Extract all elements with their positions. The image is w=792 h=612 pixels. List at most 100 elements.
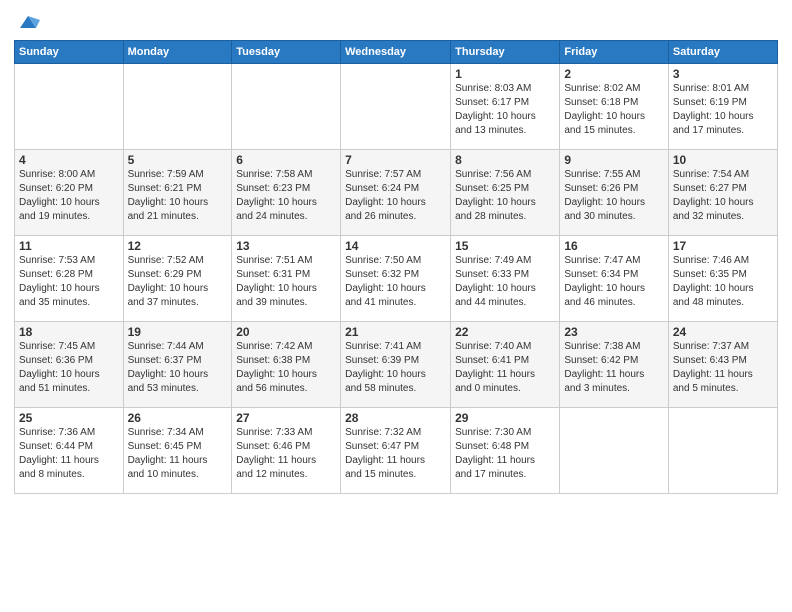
day-number: 26 [128,411,228,425]
day-number: 28 [345,411,446,425]
day-info: Sunrise: 7:40 AMSunset: 6:41 PMDaylight:… [455,340,555,396]
day-info: Sunrise: 7:30 AMSunset: 6:48 PMDaylight:… [455,426,555,482]
calendar-cell: 5Sunrise: 7:59 AMSunset: 6:21 PMDaylight… [123,150,232,236]
calendar-cell [668,408,777,494]
calendar-cell: 27Sunrise: 7:33 AMSunset: 6:46 PMDayligh… [232,408,341,494]
day-number: 8 [455,153,555,167]
day-number: 3 [673,67,773,81]
day-number: 17 [673,239,773,253]
day-info: Sunrise: 7:44 AMSunset: 6:37 PMDaylight:… [128,340,228,396]
day-info: Sunrise: 8:00 AMSunset: 6:20 PMDaylight:… [19,168,119,224]
calendar-cell: 29Sunrise: 7:30 AMSunset: 6:48 PMDayligh… [451,408,560,494]
calendar-cell: 16Sunrise: 7:47 AMSunset: 6:34 PMDayligh… [560,236,669,322]
day-info: Sunrise: 7:54 AMSunset: 6:27 PMDaylight:… [673,168,773,224]
weekday-header-friday: Friday [560,41,669,64]
calendar-cell: 10Sunrise: 7:54 AMSunset: 6:27 PMDayligh… [668,150,777,236]
day-info: Sunrise: 7:50 AMSunset: 6:32 PMDaylight:… [345,254,446,310]
calendar-cell: 8Sunrise: 7:56 AMSunset: 6:25 PMDaylight… [451,150,560,236]
calendar-cell: 17Sunrise: 7:46 AMSunset: 6:35 PMDayligh… [668,236,777,322]
calendar-cell: 14Sunrise: 7:50 AMSunset: 6:32 PMDayligh… [341,236,451,322]
day-info: Sunrise: 7:55 AMSunset: 6:26 PMDaylight:… [564,168,664,224]
calendar-cell: 4Sunrise: 8:00 AMSunset: 6:20 PMDaylight… [15,150,124,236]
day-info: Sunrise: 7:41 AMSunset: 6:39 PMDaylight:… [345,340,446,396]
page-header [14,10,778,34]
calendar-cell: 2Sunrise: 8:02 AMSunset: 6:18 PMDaylight… [560,64,669,150]
calendar-cell: 11Sunrise: 7:53 AMSunset: 6:28 PMDayligh… [15,236,124,322]
calendar-cell: 25Sunrise: 7:36 AMSunset: 6:44 PMDayligh… [15,408,124,494]
calendar-week-4: 18Sunrise: 7:45 AMSunset: 6:36 PMDayligh… [15,322,778,408]
calendar-cell: 24Sunrise: 7:37 AMSunset: 6:43 PMDayligh… [668,322,777,408]
day-number: 9 [564,153,664,167]
calendar-cell: 1Sunrise: 8:03 AMSunset: 6:17 PMDaylight… [451,64,560,150]
calendar-cell: 6Sunrise: 7:58 AMSunset: 6:23 PMDaylight… [232,150,341,236]
weekday-header-tuesday: Tuesday [232,41,341,64]
calendar-cell: 3Sunrise: 8:01 AMSunset: 6:19 PMDaylight… [668,64,777,150]
calendar-body: 1Sunrise: 8:03 AMSunset: 6:17 PMDaylight… [15,64,778,494]
day-info: Sunrise: 7:56 AMSunset: 6:25 PMDaylight:… [455,168,555,224]
day-number: 22 [455,325,555,339]
day-info: Sunrise: 8:01 AMSunset: 6:19 PMDaylight:… [673,82,773,138]
day-info: Sunrise: 7:59 AMSunset: 6:21 PMDaylight:… [128,168,228,224]
day-number: 1 [455,67,555,81]
calendar-cell: 21Sunrise: 7:41 AMSunset: 6:39 PMDayligh… [341,322,451,408]
calendar-cell: 26Sunrise: 7:34 AMSunset: 6:45 PMDayligh… [123,408,232,494]
day-info: Sunrise: 7:47 AMSunset: 6:34 PMDaylight:… [564,254,664,310]
day-info: Sunrise: 7:42 AMSunset: 6:38 PMDaylight:… [236,340,336,396]
day-info: Sunrise: 7:37 AMSunset: 6:43 PMDaylight:… [673,340,773,396]
calendar-cell: 12Sunrise: 7:52 AMSunset: 6:29 PMDayligh… [123,236,232,322]
day-number: 11 [19,239,119,253]
calendar-cell [15,64,124,150]
day-number: 16 [564,239,664,253]
day-info: Sunrise: 7:33 AMSunset: 6:46 PMDaylight:… [236,426,336,482]
day-number: 20 [236,325,336,339]
day-info: Sunrise: 7:34 AMSunset: 6:45 PMDaylight:… [128,426,228,482]
day-number: 7 [345,153,446,167]
calendar-cell: 7Sunrise: 7:57 AMSunset: 6:24 PMDaylight… [341,150,451,236]
calendar-week-2: 4Sunrise: 8:00 AMSunset: 6:20 PMDaylight… [15,150,778,236]
calendar-week-3: 11Sunrise: 7:53 AMSunset: 6:28 PMDayligh… [15,236,778,322]
day-number: 6 [236,153,336,167]
calendar-cell: 18Sunrise: 7:45 AMSunset: 6:36 PMDayligh… [15,322,124,408]
weekday-header-row: SundayMondayTuesdayWednesdayThursdayFrid… [15,41,778,64]
calendar-cell [560,408,669,494]
day-number: 19 [128,325,228,339]
day-info: Sunrise: 7:53 AMSunset: 6:28 PMDaylight:… [19,254,119,310]
calendar-cell: 13Sunrise: 7:51 AMSunset: 6:31 PMDayligh… [232,236,341,322]
day-info: Sunrise: 7:58 AMSunset: 6:23 PMDaylight:… [236,168,336,224]
day-number: 12 [128,239,228,253]
calendar-cell [123,64,232,150]
day-info: Sunrise: 7:45 AMSunset: 6:36 PMDaylight:… [19,340,119,396]
day-number: 23 [564,325,664,339]
calendar-table: SundayMondayTuesdayWednesdayThursdayFrid… [14,40,778,494]
day-number: 4 [19,153,119,167]
day-number: 24 [673,325,773,339]
weekday-header-sunday: Sunday [15,41,124,64]
logo-icon [16,10,40,34]
day-number: 13 [236,239,336,253]
day-number: 10 [673,153,773,167]
calendar-cell: 28Sunrise: 7:32 AMSunset: 6:47 PMDayligh… [341,408,451,494]
day-number: 2 [564,67,664,81]
day-info: Sunrise: 7:46 AMSunset: 6:35 PMDaylight:… [673,254,773,310]
day-number: 15 [455,239,555,253]
weekday-header-saturday: Saturday [668,41,777,64]
day-number: 18 [19,325,119,339]
calendar-cell: 23Sunrise: 7:38 AMSunset: 6:42 PMDayligh… [560,322,669,408]
calendar-week-1: 1Sunrise: 8:03 AMSunset: 6:17 PMDaylight… [15,64,778,150]
calendar-cell [232,64,341,150]
day-info: Sunrise: 7:38 AMSunset: 6:42 PMDaylight:… [564,340,664,396]
day-info: Sunrise: 7:57 AMSunset: 6:24 PMDaylight:… [345,168,446,224]
day-info: Sunrise: 8:03 AMSunset: 6:17 PMDaylight:… [455,82,555,138]
day-number: 29 [455,411,555,425]
calendar-cell: 22Sunrise: 7:40 AMSunset: 6:41 PMDayligh… [451,322,560,408]
day-number: 14 [345,239,446,253]
calendar-week-5: 25Sunrise: 7:36 AMSunset: 6:44 PMDayligh… [15,408,778,494]
logo [14,10,40,34]
weekday-header-wednesday: Wednesday [341,41,451,64]
calendar-cell [341,64,451,150]
weekday-header-monday: Monday [123,41,232,64]
calendar-cell: 9Sunrise: 7:55 AMSunset: 6:26 PMDaylight… [560,150,669,236]
calendar-cell: 19Sunrise: 7:44 AMSunset: 6:37 PMDayligh… [123,322,232,408]
day-info: Sunrise: 8:02 AMSunset: 6:18 PMDaylight:… [564,82,664,138]
day-number: 25 [19,411,119,425]
